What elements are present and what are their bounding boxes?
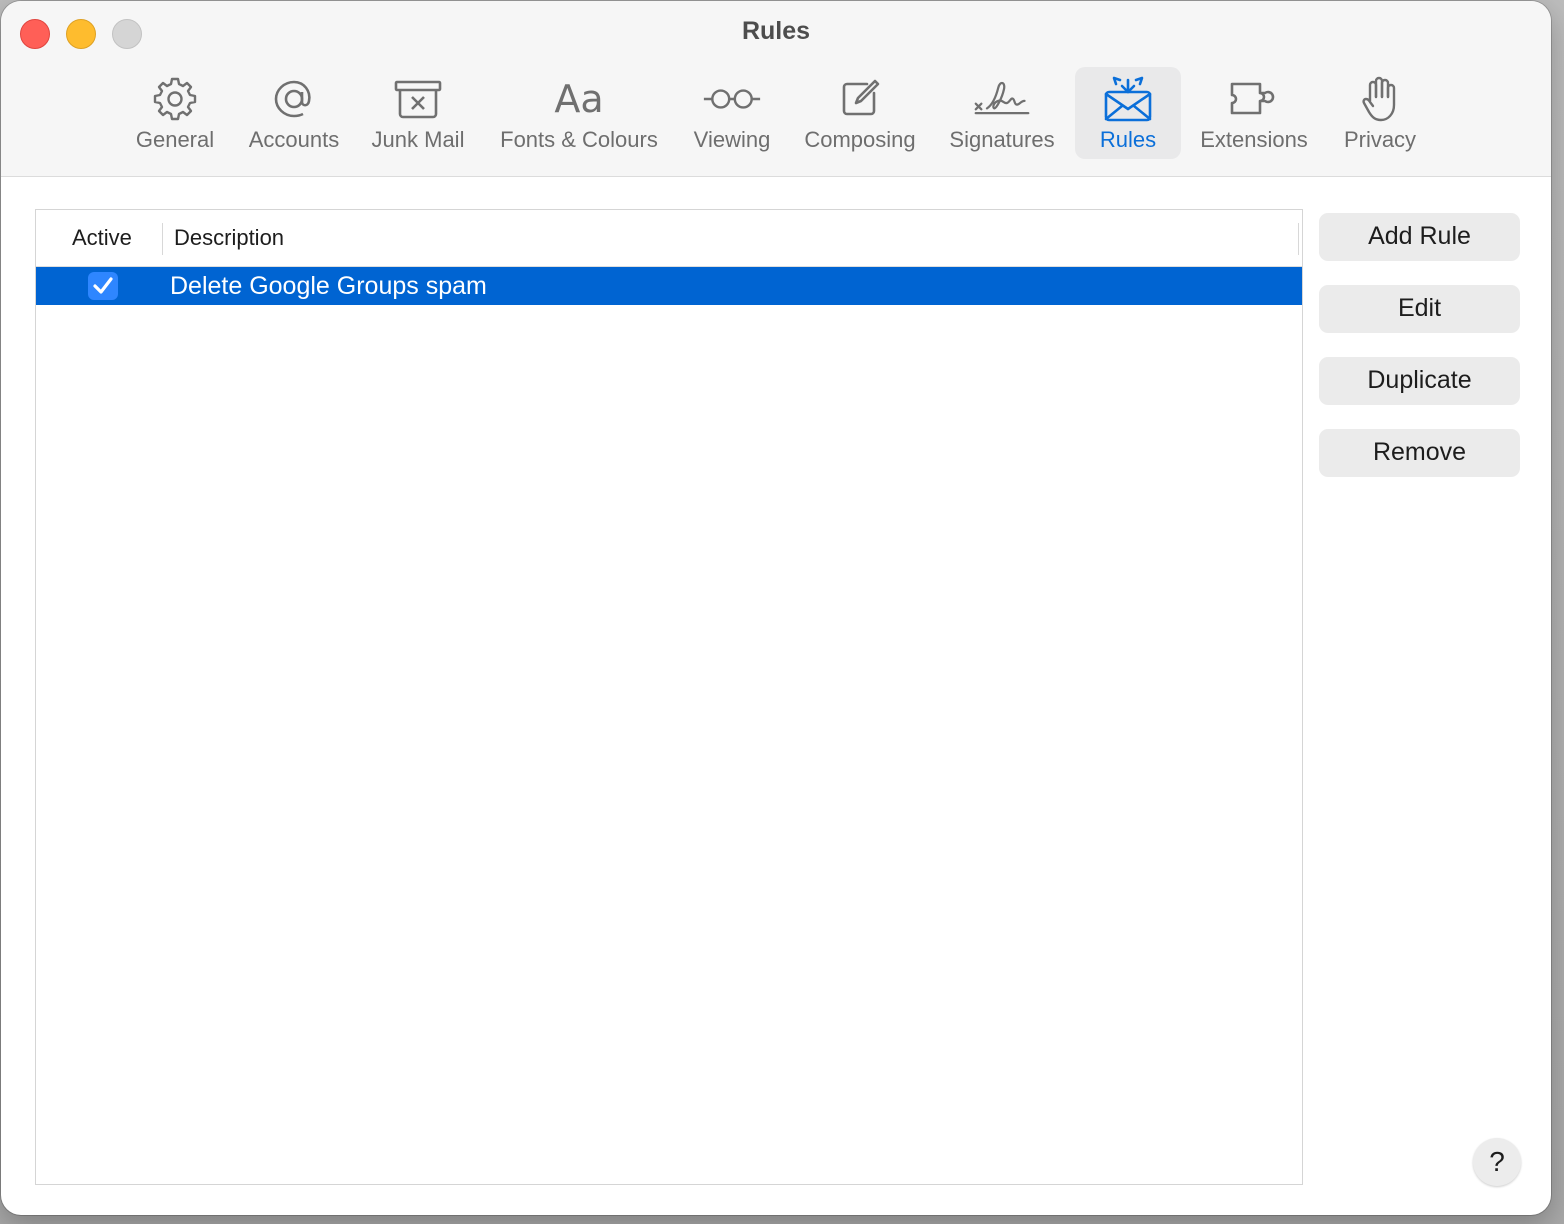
- edit-button[interactable]: Edit: [1319, 285, 1520, 332]
- window-title: Rules: [741, 17, 811, 45]
- hand-icon: [1350, 73, 1410, 125]
- tab-fonts-colours[interactable]: Aa Fonts & Colours: [490, 67, 668, 159]
- rules-table: Active Description Delete Google Groups …: [35, 209, 1303, 1185]
- glasses-icon: [702, 73, 762, 125]
- column-header-description[interactable]: Description: [174, 225, 284, 251]
- compose-icon: [830, 73, 890, 125]
- fonts-icon: Aa: [554, 77, 604, 121]
- tab-composing[interactable]: Composing: [796, 67, 924, 159]
- signature-icon: [972, 73, 1032, 125]
- remove-button[interactable]: Remove: [1319, 429, 1520, 476]
- tab-rules[interactable]: Rules: [1075, 67, 1181, 159]
- puzzle-piece-icon: [1224, 73, 1284, 125]
- column-divider[interactable]: [162, 223, 163, 255]
- gear-icon: [145, 73, 205, 125]
- help-button[interactable]: ?: [1473, 1138, 1521, 1186]
- checkmark-icon: [93, 277, 113, 294]
- rule-active-checkbox[interactable]: [88, 272, 118, 300]
- preferences-window: Rules General Accounts Junk Mail Aa Font…: [1, 1, 1551, 1215]
- duplicate-button[interactable]: Duplicate: [1319, 357, 1520, 404]
- tab-accounts[interactable]: Accounts: [241, 67, 347, 159]
- at-sign-icon: [264, 73, 324, 125]
- tab-extensions[interactable]: Extensions: [1193, 67, 1315, 159]
- junk-mail-icon: [388, 73, 448, 125]
- table-header: Active Description: [36, 210, 1302, 267]
- table-row[interactable]: Delete Google Groups spam: [36, 267, 1302, 305]
- tab-signatures[interactable]: Signatures: [941, 67, 1063, 159]
- tab-general[interactable]: General: [127, 67, 223, 159]
- column-divider: [1298, 223, 1299, 255]
- window-toolbar: Rules General Accounts Junk Mail Aa Font…: [1, 1, 1551, 177]
- add-rule-button[interactable]: Add Rule: [1319, 213, 1520, 260]
- tab-privacy[interactable]: Privacy: [1335, 67, 1425, 159]
- column-header-active[interactable]: Active: [72, 225, 132, 251]
- tab-junk-mail[interactable]: Junk Mail: [363, 67, 473, 159]
- rule-description: Delete Google Groups spam: [170, 272, 487, 300]
- tab-viewing[interactable]: Viewing: [685, 67, 779, 159]
- rules-envelope-icon: [1098, 73, 1158, 125]
